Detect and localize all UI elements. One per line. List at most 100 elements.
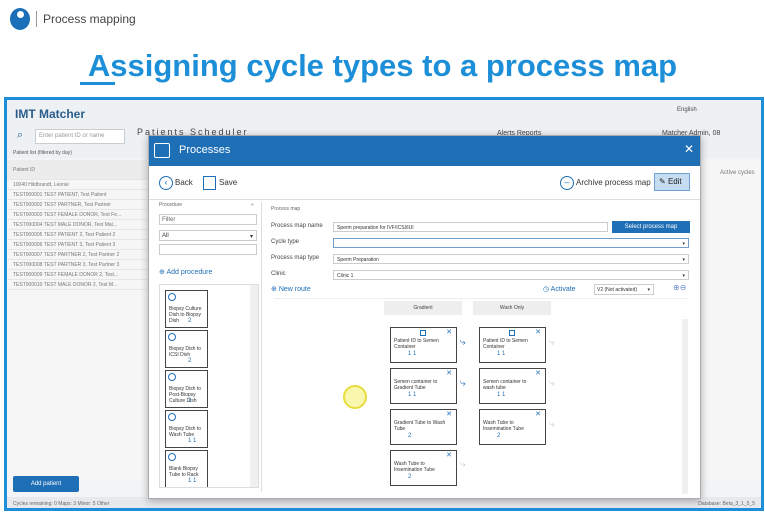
language-select[interactable]: English [677, 107, 697, 113]
close-icon[interactable]: ✕ [535, 328, 541, 336]
procedure-card[interactable]: Biopsy Culture Dish to Biopsy Dish 2 [165, 290, 208, 328]
add-patient-button[interactable]: Add patient [13, 476, 79, 492]
chevron-down-icon: ▾ [682, 257, 685, 263]
close-icon[interactable]: ✕ [446, 328, 452, 336]
list-item[interactable]: 10040 Hildbrandt, Leonie [7, 180, 147, 190]
step-count: 1 1 [408, 392, 417, 398]
filter-input[interactable]: Filter [159, 214, 257, 225]
close-icon[interactable]: ✕ [535, 369, 541, 377]
edit-icon[interactable] [168, 373, 176, 381]
step-label: Wash Tube to Insemination Tube [483, 420, 524, 432]
app-footer: Cycles remaining: 0 Maps: 3 Minor: 5 Oth… [7, 497, 761, 508]
select-process-map-button[interactable]: Select process map [612, 221, 690, 233]
list-item[interactable]: TEST000004 TEST MALE DONOR, Test Mal... [7, 220, 147, 230]
top-bar: Process mapping [0, 0, 765, 40]
edit-icon[interactable] [168, 453, 176, 461]
close-icon[interactable]: ✕ [684, 142, 694, 156]
edit-button[interactable]: ✎ Edit [654, 173, 690, 191]
route-header[interactable]: Wash Only [473, 301, 551, 315]
close-icon[interactable]: ✕ [446, 451, 452, 459]
link-arrow-icon[interactable]: ⤷ [549, 419, 555, 430]
app-logo: IMT Matcher [15, 107, 86, 121]
list-item[interactable]: TEST000010 TEST MALE DONOR 2, Test M... [7, 280, 147, 290]
procedure-panel: Procedure « Filter All ▾ ⊕ Add procedure … [159, 202, 262, 492]
route-step[interactable]: ✕ Gradient Tube to Wash Tube 2 [390, 409, 457, 445]
step-count: 1 1 [408, 351, 417, 357]
zoom-icon[interactable]: ⊕⊖ [673, 283, 686, 292]
new-route-button[interactable]: ⊕ New route [271, 285, 311, 293]
cycle-type-select[interactable]: ▾ [333, 238, 689, 248]
list-item[interactable]: TEST000001 TEST PATIENT, Test Patient [7, 190, 147, 200]
procedure-card[interactable]: Blank Biopsy Tube to Rack 1 1 [165, 450, 208, 487]
close-icon[interactable]: ✕ [446, 369, 452, 377]
archive-button[interactable]: – Archive process map [560, 176, 651, 190]
patient-list: Patient ID 10040 Hildbrandt, Leonie TEST… [7, 160, 147, 480]
list-item[interactable]: TEST000005 TEST PATIENT 2, Test Patient … [7, 230, 147, 240]
step-label: Semen container to Gradient Tube [394, 379, 438, 391]
version-select[interactable]: V2 (Not activated) ▾ [594, 284, 654, 295]
step-label: Wash Tube to Insemination Tube [394, 461, 435, 473]
collapse-icon[interactable]: « [251, 202, 254, 208]
chevron-down-icon: ▾ [249, 234, 253, 240]
list-item[interactable]: TEST000008 TEST PARTNER 3, Test Partner … [7, 260, 147, 270]
procedure-type-select[interactable]: All ▾ [159, 230, 257, 241]
edit-icon[interactable] [168, 333, 176, 341]
route-step[interactable]: ✕ Wash Tube to Insemination Tube 2 [479, 409, 546, 445]
barcode-icon [420, 330, 426, 336]
footer-status: Cycles remaining: 0 Maps: 3 Minor: 5 Oth… [13, 501, 110, 507]
route-step[interactable]: ✕ Semen container to Gradient Tube 1 1 [390, 368, 457, 404]
procedure-card[interactable]: Biopsy Dish to Wash Tube 1 1 [165, 410, 208, 448]
edit-icon[interactable] [168, 413, 176, 421]
archive-label: Archive process map [576, 178, 651, 188]
route-step[interactable]: ✕ Patient ID to Semen Container 1 1 [479, 327, 546, 363]
step-label: Semen container to wash tube [483, 379, 527, 391]
link-arrow-icon[interactable]: ⤷ [460, 337, 466, 348]
link-arrow-icon[interactable]: ⤷ [460, 378, 466, 389]
clinic-select[interactable]: Clinic 1 ▾ [333, 270, 689, 280]
edit-icon[interactable] [168, 293, 176, 301]
link-arrow-icon[interactable]: ⤷ [460, 459, 466, 470]
list-item[interactable]: TEST000003 TEST FEMALE DONOR, Test Fe... [7, 210, 147, 220]
close-icon[interactable]: ✕ [446, 410, 452, 418]
procedure-card[interactable]: Biopsy Dish to ICSI Dish 2 [165, 330, 208, 368]
clinic-label: Clinic [271, 271, 286, 277]
title-underline [80, 82, 115, 85]
route-header[interactable]: Gradient [384, 301, 462, 315]
dialog-title: Processes [179, 144, 231, 156]
list-item[interactable]: TEST000006 TEST PATIENT 3, Test Patient … [7, 240, 147, 250]
canvas-scrollbar[interactable] [682, 319, 688, 494]
add-procedure-button[interactable]: ⊕ Add procedure [159, 268, 212, 276]
procedure-search[interactable] [159, 244, 257, 255]
activate-label: Activate [550, 286, 576, 293]
process-map-type-select[interactable]: Sperm Preparation ▾ [333, 254, 689, 264]
active-cycles-toggle[interactable]: Active cycles [720, 170, 755, 176]
route-step[interactable]: ✕ Semen container to wash tube 1 1 [479, 368, 546, 404]
procedure-heading: Procedure [159, 202, 183, 208]
procedure-scrollbar[interactable] [250, 285, 258, 487]
route-step[interactable]: ✕ Wash Tube to Insemination Tube 2 [390, 450, 457, 486]
app-screenshot: IMT Matcher ⌕ Enter patient ID or name P… [4, 97, 764, 511]
list-header: Patient ID [7, 160, 147, 180]
search-icon[interactable]: ⌕ [17, 129, 23, 142]
list-item[interactable]: TEST000007 TEST PARTNER 2, Test Partner … [7, 250, 147, 260]
process-map-name-field[interactable]: Sperm preparation for IVF/ICSI/IUI [333, 222, 608, 232]
chevron-down-icon: ▾ [647, 287, 650, 293]
route-step[interactable]: ✕ Patient ID to Semen Container 1 1 [390, 327, 457, 363]
select-value: All [162, 233, 169, 239]
save-button[interactable]: Save [203, 176, 237, 190]
patient-list-label: Patient list (filtered by day) [13, 150, 72, 156]
list-item[interactable]: TEST000009 TEST FEMALE DONOR 2, Test... [7, 270, 147, 280]
procedure-card[interactable]: Biopsy Dish to Post-Biopsy Culture Dish 2 [165, 370, 208, 408]
link-arrow-icon[interactable]: ⤷ [549, 337, 555, 348]
list-item[interactable]: TEST000002 TEST PARTNER, Test Partner [7, 200, 147, 210]
cycle-type-label: Cycle type [271, 239, 300, 245]
procedure-count: 2 [188, 398, 192, 404]
close-icon[interactable]: ✕ [535, 410, 541, 418]
save-label: Save [219, 178, 238, 188]
activate-button[interactable]: ◷ Activate [543, 285, 576, 293]
back-button[interactable]: ‹ Back [159, 176, 193, 190]
search-input[interactable]: Enter patient ID or name [35, 129, 125, 144]
pencil-icon: ✎ [659, 177, 668, 186]
link-arrow-icon[interactable]: ⤷ [549, 378, 555, 389]
new-route-label: New route [278, 286, 311, 293]
